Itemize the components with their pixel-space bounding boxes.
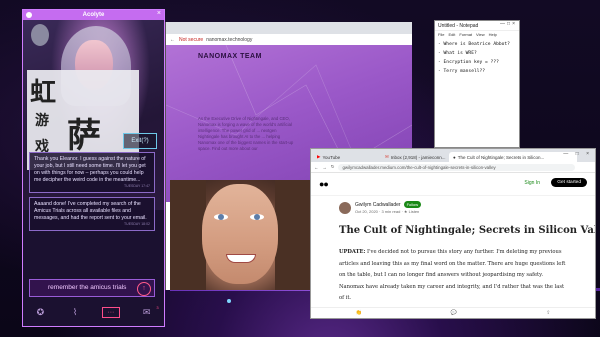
message-timestamp: TUESDAY 18:02 <box>124 222 150 226</box>
notepad-titlebar: Untitled - Notepad —□× <box>435 21 519 31</box>
menu-edit[interactable]: Edit <box>448 32 455 37</box>
note-line: - Terry mansell?? <box>438 69 486 74</box>
note-line: - Encryption key = ??? <box>438 60 499 65</box>
notepad-menu: File Edit Format View Help <box>435 31 519 38</box>
chat-message: Thank you Eleanor. I guess against the n… <box>29 152 155 193</box>
note-line: - What is WRE? <box>438 51 477 56</box>
address-url[interactable]: gwilymcadwallader.medium.com/the-cult-of… <box>338 163 575 171</box>
youtube-icon: ▶ <box>317 154 321 159</box>
chat-message: Aaaand done! I've completed my search of… <box>29 197 155 231</box>
medium-icon: ● <box>453 154 456 160</box>
address-url[interactable]: nanomax.technology <box>206 37 252 43</box>
forward-icon[interactable]: → <box>322 165 326 170</box>
address-bar[interactable]: ← → ↻ gwilymcadwallader.medium.com/the-c… <box>311 162 595 173</box>
tab-inbox[interactable]: ✉ Inbox (2,918) - jamieconn... <box>381 152 447 162</box>
notepad-title: Untitled - Notepad <box>438 22 479 29</box>
sign-in-link[interactable]: Sign In <box>524 180 540 186</box>
acolyte-title: Acolyte <box>82 12 105 18</box>
browser-tab-strip <box>166 22 412 34</box>
brand-glyph: 游 <box>35 113 49 129</box>
close-icon[interactable]: × <box>157 10 161 17</box>
article-text: I've decided not to pursue this story an… <box>339 249 566 301</box>
medium-logo[interactable]: ●● <box>319 179 329 189</box>
team-paragraph: As the Executive Drive of Nightingale, a… <box>198 116 294 151</box>
back-icon[interactable]: ← <box>170 37 175 43</box>
nav-chat-icon[interactable]: ··· <box>101 306 120 318</box>
chat-messages: Thank you Eleanor. I guess against the n… <box>29 152 155 235</box>
menu-view[interactable]: View <box>476 32 485 37</box>
security-label: Not secure <box>179 36 204 43</box>
acolyte-titlebar: Acolyte × <box>23 10 164 20</box>
gmail-icon: ✉ <box>385 154 389 159</box>
author-block: Gwilym Cadwallader Follow Oct 20, 2020 ·… <box>339 201 422 214</box>
chat-input-text: remember the amicus trials <box>48 284 127 291</box>
brand-glyph: 虹 <box>30 78 57 108</box>
acolyte-nav-bar: ✪ ⌇ ··· ✉ 3 <box>23 298 164 326</box>
nav-hanger-icon[interactable]: ⌇ <box>67 306 83 318</box>
avatar[interactable] <box>339 201 351 214</box>
get-started-button[interactable]: Get started <box>551 178 587 187</box>
notepad-text-area[interactable]: - Where is Beatrice Abbot? - What is WRE… <box>435 38 519 78</box>
window-controls[interactable]: —□× <box>500 21 517 27</box>
update-label: UPDATE: <box>339 249 366 255</box>
tab-youtube[interactable]: ▶ YouTube <box>313 152 379 162</box>
browser-tab-strip: ▶ YouTube ✉ Inbox (2,918) - jamieconn...… <box>311 149 595 162</box>
menu-file[interactable]: File <box>438 32 444 37</box>
reload-icon[interactable]: ↻ <box>331 164 335 170</box>
share-icon[interactable]: ⇪ <box>546 310 550 316</box>
clap-icon[interactable]: 👏 <box>356 310 362 316</box>
author-name[interactable]: Gwilym Cadwallader <box>355 202 401 208</box>
team-heading: NANOMAX TEAM <box>198 53 262 60</box>
medium-browser-window: ▶ YouTube ✉ Inbox (2,918) - jamieconn...… <box>310 148 596 319</box>
notepad-window: Untitled - Notepad —□× File Edit Format … <box>434 20 520 148</box>
medium-header: ●● Sign In Get started <box>311 173 595 196</box>
exit-button[interactable]: Exit(?) <box>123 133 157 149</box>
send-icon[interactable]: ↑ <box>137 282 151 296</box>
note-line: - Where is Beatrice Abbot? <box>438 42 510 47</box>
article-footer: 👏 💬 ⇪ <box>311 307 595 318</box>
menu-format[interactable]: Format <box>459 32 472 37</box>
nav-mail-icon[interactable]: ✉ 3 <box>139 305 159 318</box>
article-title: The Cult of Nightingale; Secrets in Sili… <box>339 225 596 236</box>
menu-help[interactable]: Help <box>489 32 497 37</box>
article-body: UPDATE: I've decided not to pursue this … <box>339 247 567 305</box>
brand-glyph: 萨 <box>67 116 101 156</box>
message-timestamp: TUESDAY 17:47 <box>124 184 150 188</box>
article-meta: Oct 20, 2020 · 3 min read · ★ Listen <box>355 209 420 214</box>
desktop-dot <box>227 299 231 303</box>
woman-portrait-photo <box>170 180 311 290</box>
tab-medium-article[interactable]: ● The Cult of Nightingale; Secrets in Si… <box>449 152 577 162</box>
acolyte-avatar <box>31 24 49 46</box>
nav-profile-icon[interactable]: ✪ <box>32 306 48 318</box>
comment-icon[interactable]: 💬 <box>451 310 457 316</box>
back-icon[interactable]: ← <box>314 165 318 170</box>
window-controls[interactable]: — □ × <box>563 151 592 157</box>
acolyte-app-window: Acolyte × 虹 游 戏 萨 Exit(?) Thank you Elea… <box>22 9 165 327</box>
chat-input[interactable]: remember the amicus trials ↑ <box>29 279 155 297</box>
follow-button[interactable]: Follow <box>403 201 422 208</box>
mail-badge: 3 <box>156 305 159 310</box>
